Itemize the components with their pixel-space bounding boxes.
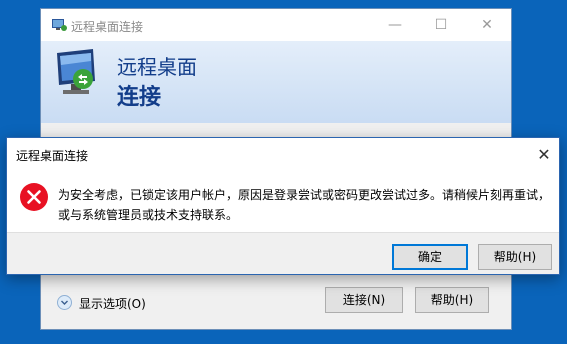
ok-button[interactable]: 确定 — [392, 244, 468, 270]
error-dialog: 远程桌面连接 ✕ 为安全考虑，已锁定该用户帐户，原因是登录尝试或密码更改尝试过多… — [6, 137, 560, 275]
remote-desktop-small-icon — [51, 18, 67, 35]
banner-title-line2: 连接 — [117, 85, 162, 110]
banner-title-line1: 远程桌面 — [117, 55, 197, 79]
dialog-message-line1: 为安全考虑，已锁定该用户帐户，原因是登录尝试或密码更改尝试过多。请稍候片刻再重试… — [58, 188, 551, 202]
minimize-button[interactable]: — — [375, 13, 415, 37]
dialog-title: 远程桌面连接 — [16, 149, 89, 163]
help-button[interactable]: 帮助(H) — [415, 287, 489, 313]
maximize-button[interactable]: ☐ — [421, 13, 461, 37]
dialog-message-line2: 或与系统管理员或技术支持联系。 — [58, 208, 239, 222]
rdc-header-banner: 远程桌面 连接 — [41, 41, 511, 123]
dialog-footer — [7, 232, 559, 274]
dialog-close-button[interactable]: ✕ — [529, 142, 559, 168]
remote-desktop-icon — [49, 47, 107, 108]
close-button[interactable]: ✕ — [467, 13, 507, 37]
error-icon — [19, 182, 49, 215]
dialog-help-button[interactable]: 帮助(H) — [478, 244, 552, 270]
rdc-titlebar: 远程桌面连接 — ☐ ✕ — [41, 9, 511, 41]
connect-button[interactable]: 连接(N) — [325, 287, 403, 313]
rdc-window-title: 远程桌面连接 — [71, 20, 144, 34]
dialog-message: 为安全考虑，已锁定该用户帐户，原因是登录尝试或密码更改尝试过多。请稍候片刻再重试… — [58, 185, 550, 225]
show-options-label: 显示选项(O) — [79, 297, 146, 311]
chevron-down-icon — [57, 295, 72, 310]
